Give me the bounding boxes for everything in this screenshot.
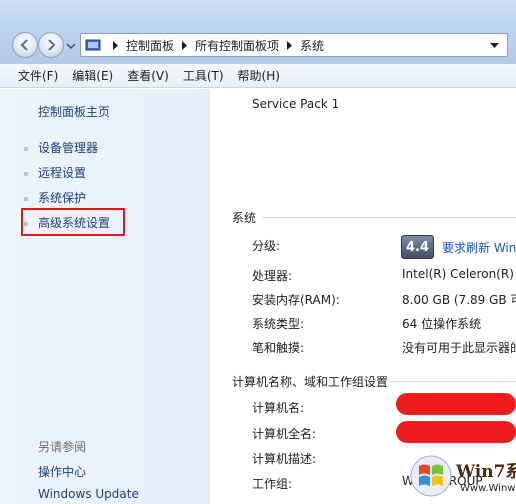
breadcrumb-system[interactable]: 系统 — [300, 37, 324, 54]
action-center-link[interactable]: 操作中心 — [38, 463, 86, 480]
site-watermark: Win7系统之家 Www.Winwin7.com — [410, 451, 516, 504]
watermark-title: Win7系统之家 — [456, 462, 516, 482]
pen-touch-value: 没有可用于此显示器的 — [402, 341, 516, 355]
menu-view[interactable]: 查看(V) — [127, 67, 169, 84]
windows-update-link[interactable]: Windows Update — [38, 487, 139, 501]
arrow-right-icon — [48, 39, 56, 51]
bullet-icon — [24, 197, 28, 201]
computer-name-label: 计算机名: — [252, 401, 305, 415]
remote-settings-link[interactable]: 远程设置 — [38, 164, 86, 181]
chevron-right-icon[interactable] — [181, 40, 188, 50]
chevron-right-icon[interactable] — [286, 40, 293, 50]
service-pack-text: Service Pack 1 — [252, 97, 340, 111]
address-dropdown-icon[interactable] — [490, 41, 499, 50]
chevron-right-icon — [113, 40, 118, 50]
control-panel-icon — [85, 39, 101, 51]
breadcrumb-control-panel[interactable]: 控制面板 — [126, 37, 174, 54]
system-type-value: 64 位操作系统 — [402, 317, 482, 331]
system-section-title: 系统 — [232, 211, 257, 225]
highlight-annotation-box — [21, 208, 125, 236]
ram-label: 安装内存(RAM): — [252, 293, 340, 307]
workgroup-label: 工作组: — [252, 477, 293, 491]
breadcrumb-all-items[interactable]: 所有控制面板项 — [195, 37, 279, 54]
rating-label: 分级: — [252, 239, 281, 253]
system-info-panel: Service Pack 1 系统 分级: 4.4 要求刷新 Wind 处理器:… — [210, 89, 516, 504]
control-panel-home-link[interactable]: 控制面板主页 — [38, 103, 110, 120]
full-computer-name-label: 计算机全名: — [252, 427, 317, 441]
menu-help[interactable]: 帮助(H) — [238, 67, 280, 84]
menu-file[interactable]: 文件(F) — [18, 67, 58, 84]
section-divider — [262, 217, 516, 218]
back-button[interactable] — [12, 32, 38, 58]
bullet-icon — [24, 147, 28, 151]
see-also-heading: 另请参阅 — [38, 440, 87, 454]
task-pane: 控制面板主页 设备管理器 远程设置 系统保护 高级系统设置 另请参阅 操作中心 … — [0, 89, 210, 504]
forward-button[interactable] — [38, 32, 64, 58]
ram-value: 8.00 GB (7.89 GB 可 — [402, 293, 516, 307]
processor-label: 处理器: — [252, 269, 293, 283]
processor-value: Intel(R) Celeron(R) C — [402, 267, 516, 281]
menu-edit[interactable]: 编辑(E) — [72, 67, 113, 84]
bullet-icon — [24, 172, 28, 176]
section-divider — [390, 381, 516, 382]
device-manager-link[interactable]: 设备管理器 — [38, 139, 98, 156]
menu-tools[interactable]: 工具(T) — [183, 67, 224, 84]
menu-bar: 文件(F) 编辑(E) 查看(V) 工具(T) 帮助(H) — [0, 64, 516, 88]
system-protection-link[interactable]: 系统保护 — [38, 189, 86, 206]
computer-name-section-title: 计算机名称、域和工作组设置 — [232, 375, 389, 389]
refresh-rating-link[interactable]: 要求刷新 Wind — [442, 239, 516, 256]
redaction-mark — [396, 421, 516, 443]
address-bar[interactable]: 控制面板 所有控制面板项 系统 — [80, 33, 508, 57]
system-type-label: 系统类型: — [252, 317, 305, 331]
arrow-left-icon — [20, 39, 28, 51]
window-titlebar: 控制面板 所有控制面板项 系统 — [0, 0, 516, 64]
recent-pages-dropdown-icon[interactable] — [66, 41, 76, 51]
pen-touch-label: 笔和触摸: — [252, 341, 305, 355]
experience-index-badge[interactable]: 4.4 — [401, 235, 434, 259]
watermark-url: Www.Winwin7.com — [460, 483, 516, 494]
windows-logo-icon — [410, 455, 452, 497]
redaction-mark — [396, 393, 516, 415]
computer-description-label: 计算机描述: — [252, 452, 317, 466]
